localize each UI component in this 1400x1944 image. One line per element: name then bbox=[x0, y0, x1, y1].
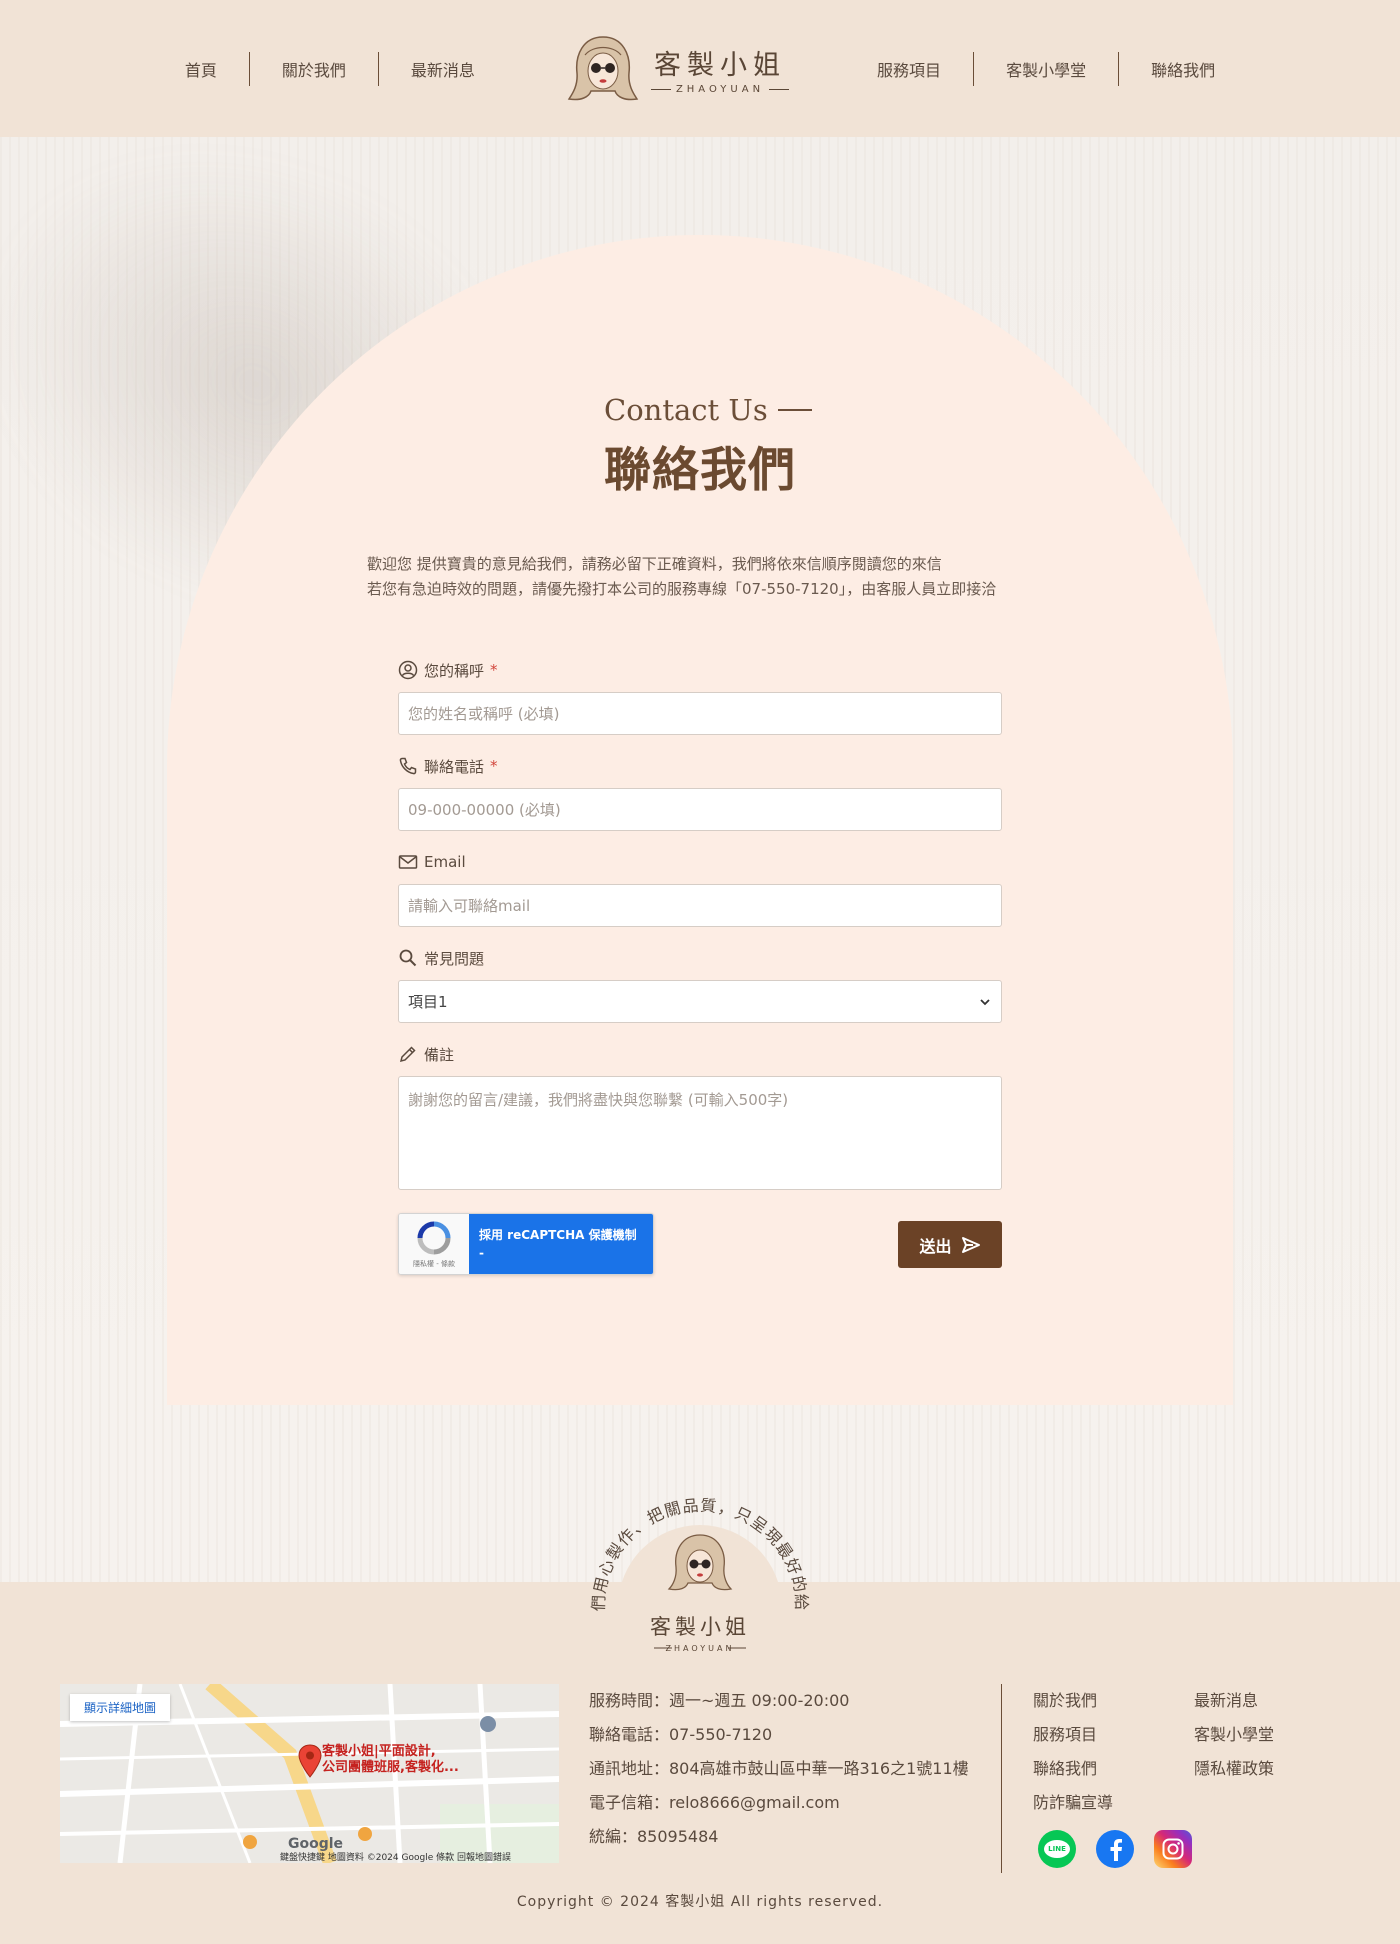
nav-contact[interactable]: 聯絡我們 bbox=[1119, 57, 1247, 81]
footer-link-about[interactable]: 關於我們 bbox=[1033, 1684, 1194, 1718]
recaptcha-dash: - bbox=[479, 1246, 484, 1260]
title-zh: 聯絡我們 bbox=[604, 443, 796, 498]
email-label: Email bbox=[424, 853, 466, 871]
phone-label: 聯絡電話 bbox=[424, 757, 485, 776]
map-attribution[interactable]: 鍵盤快捷鍵 地圖資料 ©2024 Google 條款 回報地圖錯誤 bbox=[280, 1850, 511, 1863]
name-label: 您的稱呼 bbox=[424, 661, 485, 680]
instagram-icon[interactable] bbox=[1154, 1830, 1192, 1868]
page-title: Contact Us 聯絡我們 bbox=[604, 393, 812, 500]
name-field-group: 您的稱呼 * bbox=[398, 658, 1002, 735]
company-info: 服務時間：週一~週五 09:00-20:00 聯絡電話：07-550-7120 … bbox=[589, 1684, 969, 1854]
footer-link-news[interactable]: 最新消息 bbox=[1194, 1684, 1314, 1718]
title-en: Contact Us bbox=[604, 393, 812, 427]
social-links: LINE bbox=[1038, 1830, 1192, 1868]
footer-link-classroom[interactable]: 客製小學堂 bbox=[1194, 1718, 1314, 1752]
phone-field-group: 聯絡電話 * bbox=[398, 754, 1002, 831]
intro-line: 歡迎您 提供寶貴的意見給我們，請務必留下正確資料，我們將依來信順序閱讀您的來信 bbox=[367, 555, 942, 573]
tax-id: 統編：85095484 bbox=[589, 1827, 719, 1846]
nav-about[interactable]: 關於我們 bbox=[250, 57, 378, 81]
facebook-icon[interactable] bbox=[1096, 1830, 1134, 1868]
logo-name: 客製小姐 bbox=[653, 49, 786, 81]
note-field-group: 備註 bbox=[398, 1042, 1002, 1194]
footer-links: 關於我們 最新消息 服務項目 客製小學堂 聯絡我們 隱私權政策 防詐騙宣導 bbox=[1033, 1684, 1314, 1820]
recaptcha-icon bbox=[417, 1221, 451, 1254]
google-map[interactable]: 顯示詳細地圖 客製小姐|平面設計, 公司團體班服,客製化... Google 鍵… bbox=[60, 1684, 559, 1863]
line-icon-text: LINE bbox=[1048, 1845, 1066, 1853]
phone-input[interactable] bbox=[398, 788, 1002, 831]
contact-address: 通訊地址：804高雄市鼓山區中華一路316之1號11樓 bbox=[589, 1759, 969, 1778]
recaptcha-widget[interactable]: 隱私權 - 條款 採用 reCAPTCHA 保護機制 - bbox=[398, 1213, 654, 1275]
note-label: 備註 bbox=[424, 1045, 455, 1064]
footer-link-contact[interactable]: 聯絡我們 bbox=[1033, 1752, 1194, 1786]
badge-name: 客製小姐 bbox=[650, 1615, 750, 1639]
faq-selected-value: 項目1 bbox=[408, 993, 448, 1011]
recaptcha-text: 採用 reCAPTCHA 保護機制 bbox=[479, 1228, 637, 1242]
nav-services[interactable]: 服務項目 bbox=[845, 57, 973, 81]
submit-label: 送出 bbox=[919, 1236, 952, 1256]
intro-line: 若您有急迫時效的問題，請優先撥打本公司的服務專線「07-550-7120」，由客… bbox=[367, 580, 997, 598]
map-place-label[interactable]: 客製小姐|平面設計, 公司團體班服,客製化... bbox=[322, 1744, 459, 1776]
logo-sub: ZHAOYUAN bbox=[651, 84, 789, 95]
recaptcha-terms[interactable]: 隱私權 - 條款 bbox=[413, 1259, 455, 1269]
contact-email: 電子信箱：relo8666@gmail.com bbox=[589, 1793, 840, 1812]
nav-right: 服務項目 客製小學堂 聯絡我們 bbox=[845, 51, 1247, 86]
line-icon[interactable]: LINE bbox=[1038, 1830, 1076, 1868]
faq-field-group: 常見問題 項目1 bbox=[398, 946, 1002, 1023]
chevron-down-icon bbox=[980, 998, 990, 1005]
site-logo[interactable]: 客製小姐 ZHAOYUAN bbox=[565, 33, 789, 105]
required-mark: * bbox=[490, 661, 498, 679]
footer-badge: 我們用心製作、把關品質，只呈現最好的給你 客製小姐 ZHAOYUAN bbox=[573, 1460, 818, 1659]
contact-phone: 聯絡電話：07-550-7120 bbox=[589, 1725, 773, 1744]
map-pin-icon[interactable] bbox=[298, 1744, 322, 1778]
footer-link-services[interactable]: 服務項目 bbox=[1033, 1718, 1194, 1752]
faq-label: 常見問題 bbox=[424, 949, 485, 968]
search-icon bbox=[399, 949, 417, 967]
email-field-group: Email bbox=[398, 850, 1002, 927]
footer-link-privacy[interactable]: 隱私權政策 bbox=[1194, 1752, 1314, 1786]
user-circle-icon bbox=[398, 660, 418, 680]
footer-divider bbox=[1001, 1684, 1002, 1873]
intro-text: 歡迎您 提供寶貴的意見給我們，請務必留下正確資料，我們將依來信順序閱讀您的來信 … bbox=[367, 552, 1067, 602]
phone-icon bbox=[399, 757, 417, 775]
name-input[interactable] bbox=[398, 692, 1002, 735]
badge-sub: ZHAOYUAN bbox=[666, 1644, 735, 1653]
send-icon bbox=[961, 1236, 980, 1253]
copyright: Copyright © 2024 客製小姐 All rights reserve… bbox=[516, 1894, 884, 1910]
email-input[interactable] bbox=[398, 884, 1002, 927]
pencil-icon bbox=[399, 1046, 416, 1063]
logo-girl-icon bbox=[567, 35, 639, 100]
faq-select[interactable]: 項目1 bbox=[398, 980, 1002, 1023]
map-expand-button[interactable]: 顯示詳細地圖 bbox=[70, 1694, 171, 1721]
submit-button[interactable]: 送出 bbox=[898, 1221, 1002, 1268]
nav-news[interactable]: 最新消息 bbox=[379, 57, 507, 81]
required-mark: * bbox=[490, 757, 498, 775]
footer-link-anti-fraud[interactable]: 防詐騙宣導 bbox=[1033, 1786, 1194, 1820]
mail-icon bbox=[398, 855, 418, 869]
service-hours: 服務時間：週一~週五 09:00-20:00 bbox=[589, 1691, 850, 1710]
note-textarea[interactable] bbox=[398, 1076, 1002, 1190]
contact-form: 您的稱呼 * 聯絡電話 * Email 常見問題 項目1 備註 bbox=[398, 658, 1002, 1283]
nav-classroom[interactable]: 客製小學堂 bbox=[974, 57, 1118, 81]
